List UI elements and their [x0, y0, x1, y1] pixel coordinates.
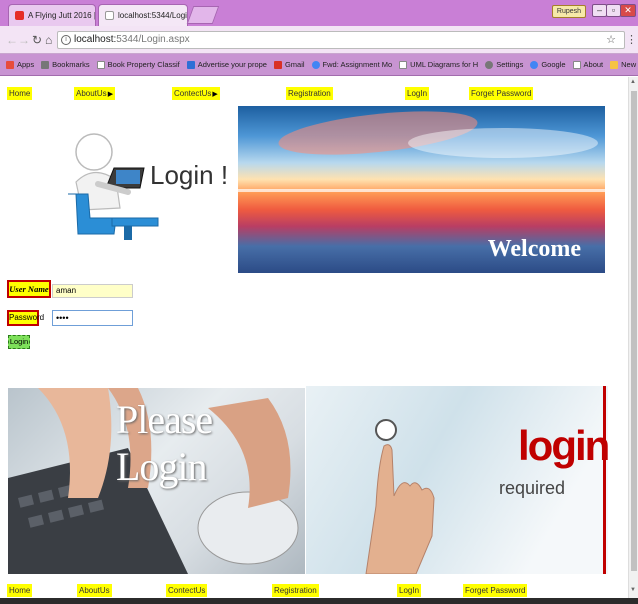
menu-login[interactable]: LogIn [405, 87, 430, 100]
info-icon[interactable]: i [61, 35, 71, 45]
url-path: 5344/Login.aspx [116, 34, 190, 45]
tab-login-page[interactable]: localhost:5344/Login.asp ✕ [98, 4, 188, 26]
youtube-icon [15, 11, 24, 20]
url-input[interactable]: i localhost:5344/Login.aspx ☆ [57, 31, 625, 49]
bookmark-bookmarks[interactable]: Bookmarks [41, 60, 90, 69]
title-bar: A Flying Jutt 2016 | NEW ✕ localhost:534… [0, 0, 638, 26]
minimize-icon[interactable]: – [592, 4, 607, 17]
page-icon [399, 60, 408, 69]
bookmark-book-property[interactable]: Book Property Classif [96, 60, 180, 69]
scroll-down-icon[interactable]: ▼ [630, 587, 636, 593]
bookmark-label: Google [541, 60, 566, 69]
new-tab-button[interactable] [186, 6, 220, 24]
bookmark-about[interactable]: About [572, 60, 604, 69]
menu-contactus[interactable]: ContectUs▶ [172, 87, 220, 100]
caret-right-icon: ▶ [212, 91, 218, 98]
bookmark-label: New folder [621, 60, 638, 69]
username-label: User Name [7, 280, 51, 298]
menu-registration[interactable]: Registration [286, 87, 333, 100]
menu-label: ContectUs [174, 89, 212, 98]
horizon-line [238, 189, 605, 192]
footer-menu-forget-password[interactable]: Forget Password [463, 584, 528, 597]
bookmark-apps[interactable]: Apps [6, 60, 34, 69]
bookmark-label: Settings [496, 60, 524, 69]
bookmark-label: Advertise your prope [197, 60, 267, 69]
tab-flying-jutt[interactable]: A Flying Jutt 2016 | NEW ✕ [8, 4, 96, 26]
password-label: Password [7, 310, 44, 326]
bookmark-advertise[interactable]: Advertise your prope [186, 60, 267, 69]
star-icon [41, 60, 50, 69]
menu-icon[interactable]: ⋮ [626, 33, 637, 46]
close-window-icon[interactable]: ✕ [620, 4, 636, 17]
please-login-text: Please Login [116, 397, 213, 489]
bookmark-label: Gmail [284, 60, 305, 69]
bookmark-label: Book Property Classif [107, 60, 180, 69]
login-required-image: login required [306, 386, 608, 574]
username-input[interactable]: aman [52, 284, 133, 298]
bookmark-gmail[interactable]: Gmail [273, 60, 305, 69]
bookmarks-bar: Apps Bookmarks Book Property Classif Adv… [0, 54, 638, 76]
url-host: localhost: [74, 34, 117, 45]
login-illustration: Login ! [54, 122, 234, 242]
welcome-text: Welcome [487, 236, 581, 262]
illus-text: Login ! [150, 160, 228, 190]
forward-icon[interactable]: → [18, 33, 30, 47]
apps-icon [6, 60, 14, 69]
person-laptop-icon: Login ! [68, 133, 228, 240]
bookmark-new-folder[interactable]: New folder [610, 60, 638, 69]
menu-home[interactable]: Home [7, 87, 33, 100]
bookmark-settings[interactable]: Settings [485, 60, 523, 69]
menu-label: AboutUs [76, 89, 107, 98]
bookmark-fwd-assignment[interactable]: Fwd: Assignment Mo [311, 60, 393, 69]
google-icon [311, 60, 320, 69]
please-login-image: Please Login [8, 388, 305, 574]
browser-window: A Flying Jutt 2016 | NEW ✕ localhost:534… [0, 0, 638, 604]
page-icon [96, 60, 105, 69]
menu-forget-password[interactable]: Forget Password [469, 87, 534, 100]
page-icon [572, 60, 581, 69]
google-icon [530, 60, 539, 69]
web-page: Home AboutUs▶ ContectUs▶ Registration Lo… [0, 77, 628, 598]
bookmark-uml[interactable]: UML Diagrams for H [399, 60, 478, 69]
bookmark-label: UML Diagrams for H [410, 60, 479, 69]
taskbar [0, 598, 638, 604]
bookmark-label: Fwd: Assignment Mo [322, 60, 393, 69]
menu-aboutus[interactable]: AboutUs▶ [74, 87, 116, 100]
scroll-up-icon[interactable]: ▲ [630, 79, 636, 85]
footer-menu-aboutus[interactable]: AboutUs [77, 584, 112, 597]
hand-button-icon [365, 419, 435, 574]
footer-menu-login[interactable]: LogIn [397, 584, 422, 597]
star-icon[interactable]: ☆ [606, 32, 616, 48]
footer-menu-home[interactable]: Home [7, 584, 33, 597]
bookmark-google[interactable]: Google [530, 60, 566, 69]
caret-right-icon: ▶ [107, 91, 114, 98]
gear-icon [485, 60, 494, 69]
welcome-banner: Welcome [238, 106, 605, 273]
footer-menu-contactus[interactable]: ContectUs [166, 584, 208, 597]
cloud-shape [408, 128, 598, 158]
login-button[interactable]: Login [8, 335, 30, 349]
login-required-title: login [518, 422, 608, 469]
page-icon [105, 11, 114, 20]
bookmark-label: Apps [17, 60, 35, 69]
tab-title: A Flying Jutt 2016 | NEW [28, 11, 96, 20]
bookmark-label: About [583, 60, 604, 69]
home-icon[interactable]: ⌂ [45, 33, 52, 47]
vertical-scrollbar[interactable]: ▲ ▼ [628, 77, 638, 598]
footer-menu-registration[interactable]: Registration [272, 584, 319, 597]
tab-title: localhost:5344/Login.asp [118, 11, 187, 20]
reload-icon[interactable]: ↻ [32, 33, 42, 47]
folder-icon [610, 60, 619, 69]
scroll-thumb[interactable] [631, 91, 637, 571]
divider [603, 386, 606, 574]
maximize-icon[interactable]: ▫ [606, 4, 621, 17]
profile-button[interactable]: Rupesh [552, 5, 586, 18]
gmail-icon [273, 60, 282, 69]
site-icon [186, 60, 195, 69]
bookmark-label: Bookmarks [52, 60, 90, 69]
login-required-subtitle: required [499, 478, 566, 498]
back-icon[interactable]: ← [6, 33, 18, 47]
password-input[interactable]: •••• [52, 310, 133, 326]
